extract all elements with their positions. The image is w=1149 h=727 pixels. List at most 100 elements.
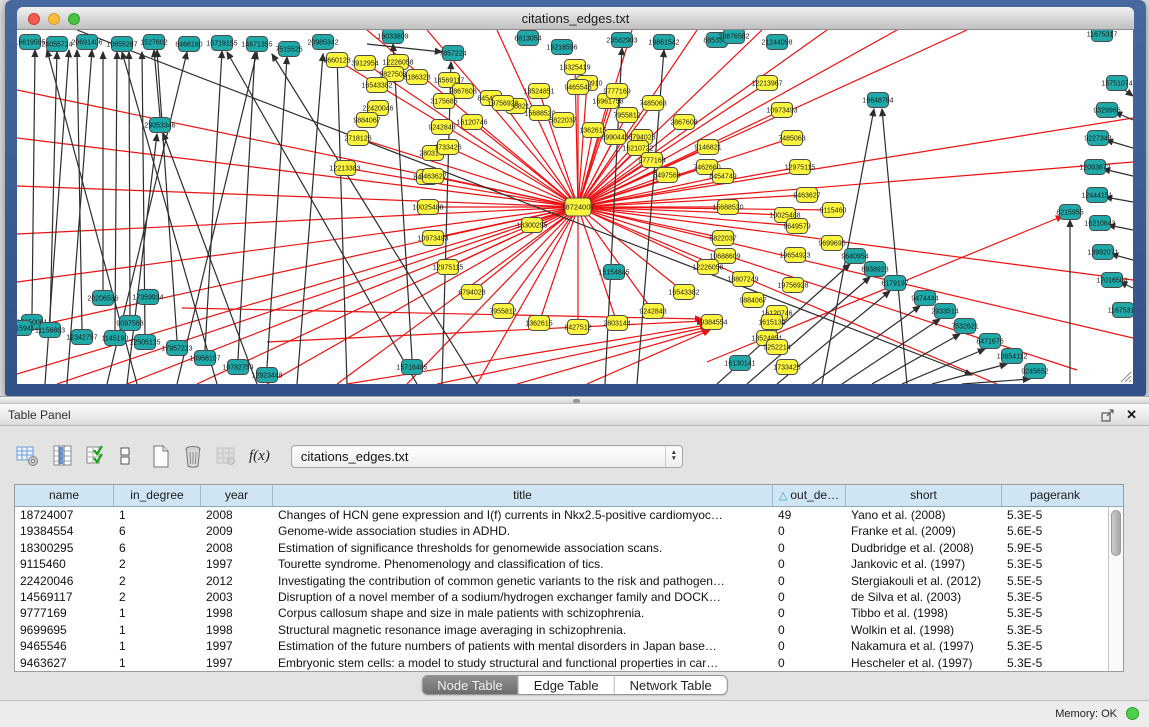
- graph-edge[interactable]: [267, 57, 287, 367]
- network-canvas[interactable]: 1661959524055724206914061065528715276028…: [17, 30, 1133, 384]
- column-header-year[interactable]: year: [201, 485, 273, 506]
- graph-edge[interactable]: [367, 44, 442, 52]
- column-header-short[interactable]: short: [846, 485, 1002, 506]
- citation-network-graph[interactable]: 1661959524055724206914061065528715276028…: [17, 30, 1133, 384]
- graph-node-label: 8186328: [403, 75, 430, 82]
- table-scrollbar[interactable]: [1108, 507, 1123, 671]
- graph-edge[interactable]: [345, 168, 578, 207]
- tab-node-table[interactable]: Node Table: [422, 676, 518, 694]
- graph-node-label: 1615132: [758, 320, 785, 327]
- row-height-icon[interactable]: [119, 445, 131, 467]
- graph-edge[interactable]: [267, 321, 704, 342]
- table-cell: Hescheler et al. (1997): [846, 655, 1002, 671]
- graph-edge[interactable]: [129, 52, 130, 315]
- graph-edge[interactable]: [205, 51, 222, 350]
- table-row[interactable]: 1872400712008Changes of HCN gene express…: [15, 507, 1108, 523]
- table-cell: 5.5E-5: [1002, 573, 1108, 589]
- graph-node-label: 10973493: [766, 108, 797, 115]
- divider-handle-icon[interactable]: [573, 399, 580, 403]
- table-cell: 9465546: [15, 638, 114, 654]
- split-pane-divider[interactable]: [0, 396, 1149, 404]
- column-header-title[interactable]: title: [273, 485, 773, 506]
- table-cell: 2008: [201, 507, 273, 523]
- column-header-in_degree[interactable]: in_degree: [114, 485, 201, 506]
- table-cell: Stergiakouli et al. (2012): [846, 573, 1002, 589]
- graph-node-label: 20985342: [307, 40, 338, 47]
- graph-node-label: 1362615: [525, 321, 552, 328]
- graph-node-label: 16130141: [724, 361, 755, 368]
- table-row[interactable]: 977716911998Corpus callosum shape and si…: [15, 605, 1108, 621]
- graph-node-label: 16543382: [668, 290, 699, 297]
- graph-node-label: 9242848: [428, 125, 455, 132]
- graph-node-label: 8466160: [175, 42, 202, 49]
- cytoscape-desktop: { "window": { "title": "citations_edges.…: [0, 0, 1149, 727]
- table-row[interactable]: 1938455462009Genome-wide association stu…: [15, 523, 1108, 539]
- table-cell: 5.3E-5: [1002, 622, 1108, 638]
- table-cell: 0: [773, 556, 846, 572]
- graph-node-label: 13325419: [559, 65, 590, 72]
- graph-edge[interactable]: [578, 207, 1133, 280]
- table-row[interactable]: 911546021997Tourette syndrome. Phenomeno…: [15, 556, 1108, 572]
- table-mode-icon[interactable]: [16, 445, 40, 467]
- graph-edge[interactable]: [393, 44, 412, 359]
- zoom-window-button[interactable]: [68, 13, 80, 25]
- select-columns-icon[interactable]: [86, 445, 106, 467]
- column-header-pagerank[interactable]: pagerank: [1002, 485, 1108, 506]
- graph-edge[interactable]: [517, 329, 709, 384]
- delete-column-trash-icon[interactable]: [183, 445, 203, 468]
- graph-node-label: 9884067: [739, 298, 766, 305]
- function-builder-icon[interactable]: f(x): [249, 448, 270, 465]
- close-window-button[interactable]: [28, 13, 40, 25]
- graph-node-label: 14671355: [241, 42, 272, 49]
- table-selector-dropdown[interactable]: citations_edges.txt ▲ ▼: [291, 445, 683, 468]
- table-cell: 0: [773, 655, 846, 671]
- window-resize-grip[interactable]: [1116, 367, 1132, 383]
- table-cell: 1: [114, 605, 201, 621]
- graph-edge[interactable]: [902, 349, 985, 384]
- graph-edge[interactable]: [578, 207, 797, 226]
- table-cell: 0: [773, 605, 846, 621]
- graph-edge[interactable]: [358, 138, 578, 207]
- dropdown-stepper-icon[interactable]: ▲ ▼: [665, 446, 682, 467]
- float-panel-icon[interactable]: [1101, 409, 1115, 422]
- column-header-name[interactable]: name: [15, 485, 114, 506]
- window-titlebar[interactable]: citations_edges.txt: [17, 7, 1134, 30]
- table-row[interactable]: 946362711997Embryonic stem cells: a mode…: [15, 655, 1108, 671]
- graph-edge[interactable]: [17, 207, 578, 234]
- table-row[interactable]: 1456911722003Disruption of a novel membe…: [15, 589, 1108, 605]
- table-cell: Structural magnetic resonance image aver…: [273, 622, 773, 638]
- graph-node-label: 9097588: [116, 321, 143, 328]
- close-panel-icon[interactable]: ✕: [1126, 407, 1137, 423]
- graph-edge[interactable]: [17, 207, 578, 282]
- graph-edge[interactable]: [177, 52, 257, 384]
- memory-status-label: Memory: OK: [1055, 708, 1117, 720]
- graph-node-label: 9777169: [638, 158, 665, 165]
- table-row[interactable]: 2242004622012Investigating the contribut…: [15, 573, 1108, 589]
- graph-node-label: 9245652: [1021, 369, 1048, 376]
- table-cell: Nakamura et al. (1997): [846, 638, 1002, 654]
- column-header-out_de[interactable]: △out_de…: [773, 485, 846, 506]
- graph-edge[interactable]: [578, 83, 587, 207]
- tab-network-table[interactable]: Network Table: [614, 676, 727, 694]
- table-row[interactable]: 946554611997Estimation of the future num…: [15, 638, 1108, 654]
- table-cell: 5.3E-5: [1002, 605, 1108, 621]
- minimize-window-button[interactable]: [48, 13, 60, 25]
- graph-edge[interactable]: [32, 50, 35, 314]
- graph-edge[interactable]: [437, 327, 708, 384]
- create-column-icon[interactable]: [152, 445, 170, 468]
- graph-node-label: 1733426: [434, 145, 461, 152]
- graph-node-label: 19861542: [648, 40, 679, 47]
- memory-status-indicator[interactable]: [1126, 707, 1139, 720]
- graph-edge[interactable]: [197, 207, 578, 384]
- graph-node-label: 19384554: [696, 320, 727, 327]
- table-row[interactable]: 969969511998Structural magnetic resonanc…: [15, 622, 1108, 638]
- scrollbar-thumb[interactable]: [1111, 510, 1121, 556]
- graph-node-label: 5822037: [549, 118, 576, 125]
- graph-edge[interactable]: [115, 52, 117, 330]
- graph-edge[interactable]: [122, 52, 217, 384]
- graph-node-label: 12213383: [329, 166, 360, 173]
- graph-node-label: 8454749: [709, 174, 736, 181]
- tab-edge-table[interactable]: Edge Table: [518, 676, 614, 694]
- table-row[interactable]: 1830029562008Estimation of significance …: [15, 540, 1108, 556]
- show-columns-icon[interactable]: [53, 445, 73, 467]
